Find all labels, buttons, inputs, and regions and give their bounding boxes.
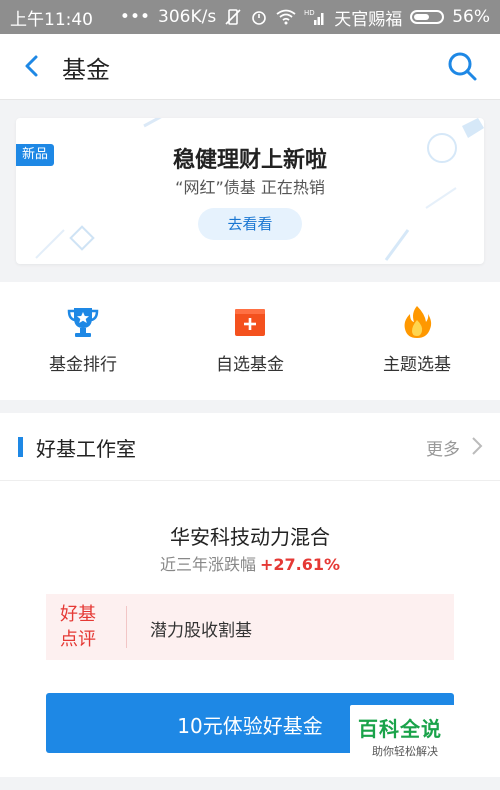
vibrate-icon bbox=[224, 8, 242, 26]
promo-banner[interactable]: 新品 稳健理财上新啦 “网红”债基 正在热销 去看看 bbox=[16, 118, 484, 264]
fund-performance: 近三年涨跌幅 +27.61% bbox=[0, 551, 500, 575]
section-header: 好基工作室 更多 bbox=[0, 413, 500, 481]
status-right: ••• 306K/s HD 天官赐福 56% bbox=[120, 5, 490, 30]
back-arrow-icon[interactable] bbox=[18, 52, 46, 80]
watermark-logo: 百科全说 助你轻松解决 bbox=[350, 705, 462, 765]
add-favorite-icon bbox=[235, 309, 265, 336]
perf-label: 近三年涨跌幅 bbox=[159, 555, 256, 574]
section-accent-bar bbox=[18, 437, 23, 457]
chevron-right-icon[interactable] bbox=[470, 435, 484, 457]
shortcut-watchlist[interactable]: 自选基金 bbox=[167, 304, 333, 375]
nav-bar: 基金 bbox=[0, 34, 500, 100]
wifi-icon bbox=[276, 9, 296, 25]
signal-hd-label: HD bbox=[304, 9, 315, 17]
trophy-icon bbox=[67, 308, 99, 337]
shortcut-row: 基金排行 自选基金 主题选基 bbox=[0, 282, 500, 400]
alarm-icon bbox=[250, 8, 268, 26]
fund-review-box: 好基点评 潜力股收割基 bbox=[46, 594, 454, 660]
watermark-title: 百科全说 bbox=[358, 717, 442, 741]
page-title: 基金 bbox=[62, 56, 110, 84]
shortcut-label: 基金排行 bbox=[49, 355, 117, 375]
shortcut-label: 主题选基 bbox=[383, 355, 451, 375]
battery-icon bbox=[410, 10, 445, 24]
banner-title: 稳健理财上新啦 bbox=[172, 148, 327, 173]
review-divider bbox=[126, 606, 127, 648]
search-icon[interactable] bbox=[446, 50, 478, 82]
status-bar: 上午11:40 ••• 306K/s HD 天官赐福 56% bbox=[0, 0, 500, 34]
review-label: 好基点评 bbox=[60, 604, 96, 650]
banner-go-button[interactable]: 去看看 bbox=[198, 208, 302, 240]
shortcut-fund-ranking[interactable]: 基金排行 bbox=[0, 304, 166, 375]
signal-icon: HD bbox=[304, 8, 326, 26]
status-time: 上午11:40 bbox=[10, 9, 93, 30]
carrier-name: 天官赐福 bbox=[334, 9, 403, 30]
shortcut-label: 自选基金 bbox=[216, 355, 284, 375]
section-title: 好基工作室 bbox=[36, 437, 136, 461]
shortcut-theme-picks[interactable]: 主题选基 bbox=[334, 304, 500, 375]
more-dots-icon: ••• bbox=[119, 7, 151, 27]
battery-percent: 56% bbox=[452, 7, 490, 27]
flame-icon bbox=[404, 306, 432, 338]
banner-subtitle: “网红”债基 正在热销 bbox=[175, 178, 325, 197]
more-link[interactable]: 更多 bbox=[426, 435, 460, 460]
fund-name[interactable]: 华安科技动力混合 bbox=[0, 521, 500, 550]
watermark-subtitle: 助你轻松解决 bbox=[372, 745, 438, 758]
network-speed: 306K/s bbox=[158, 7, 217, 27]
perf-value: +27.61% bbox=[259, 555, 341, 574]
review-text: 潜力股收割基 bbox=[150, 621, 252, 641]
